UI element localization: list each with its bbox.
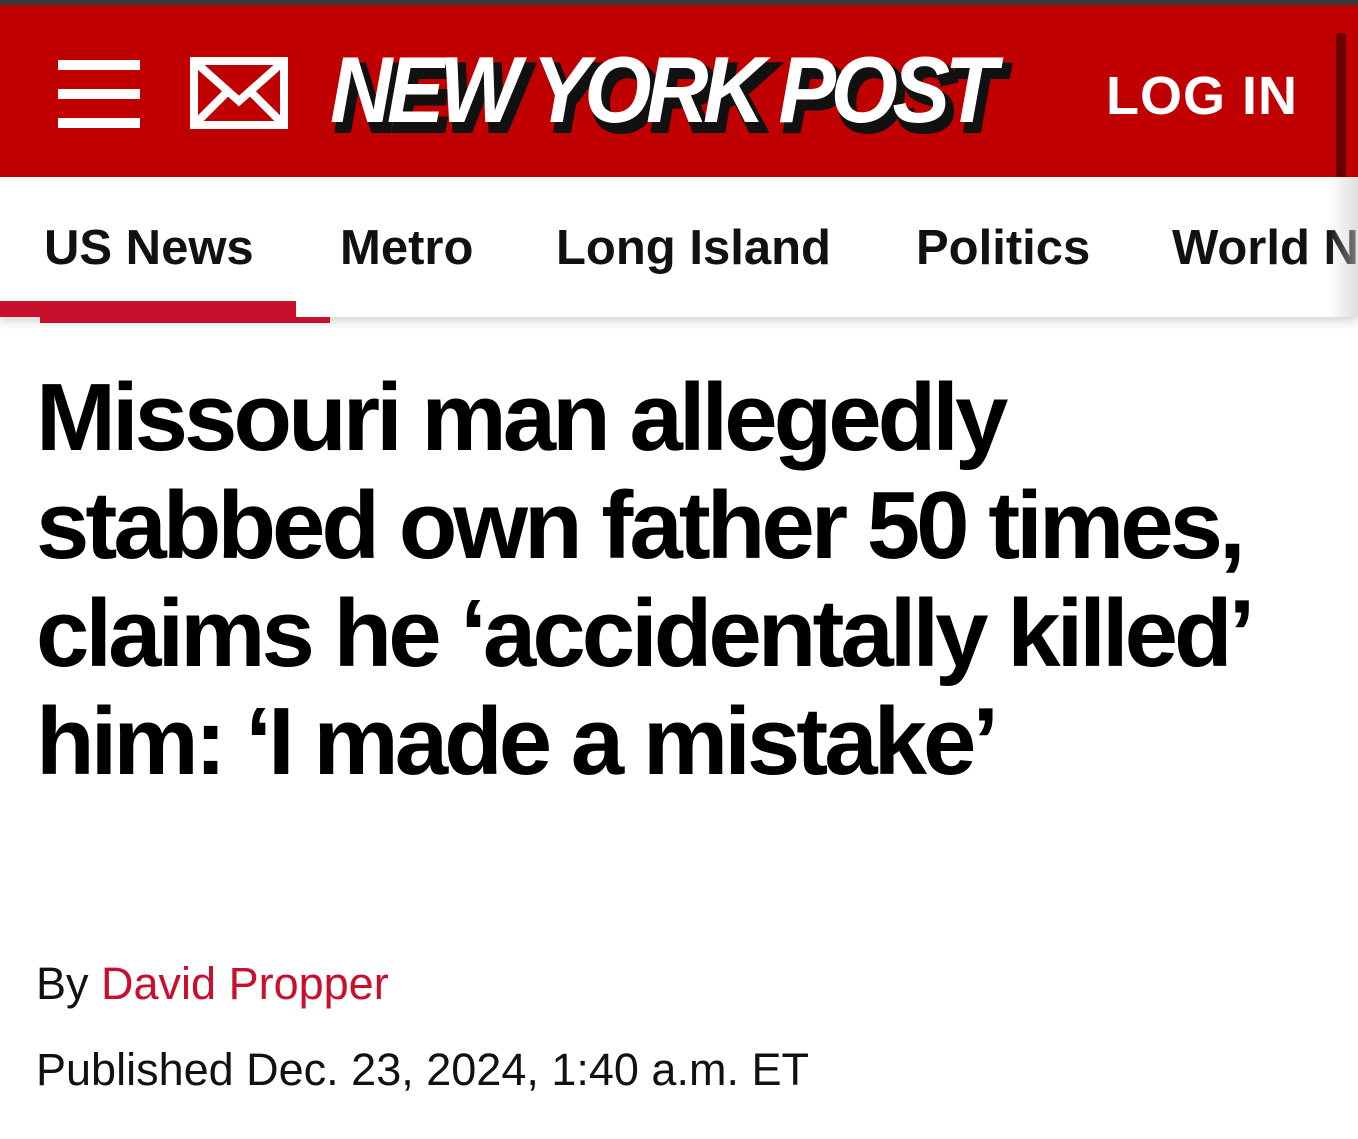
nav-scroll-fade: [1328, 177, 1358, 317]
hamburger-menu-icon[interactable]: [58, 60, 140, 130]
section-nav: US News Metro Long Island Politics World…: [0, 177, 1358, 317]
scrollbar-thumb: [1336, 33, 1346, 183]
nav-item-metro[interactable]: Metro: [340, 219, 473, 277]
nav-item-long-island[interactable]: Long Island: [556, 219, 831, 277]
nav-item-politics[interactable]: Politics: [916, 219, 1090, 277]
active-nav-indicator: [0, 301, 296, 317]
menu-bar: [58, 60, 140, 70]
active-nav-indicator-tail: [40, 317, 330, 323]
menu-bar: [58, 89, 140, 99]
menu-bar: [58, 118, 140, 128]
site-logo[interactable]: NEW YORK POST NEW YORK POST: [330, 35, 1030, 155]
login-button[interactable]: LOG IN: [1106, 65, 1298, 127]
byline: By David Propper: [36, 956, 389, 1012]
envelope-icon[interactable]: [190, 57, 288, 129]
author-link[interactable]: David Propper: [101, 958, 389, 1009]
published-date: Published Dec. 23, 2024, 1:40 a.m. ET: [36, 1044, 809, 1095]
article-headline: Missouri man allegedly stabbed own fathe…: [36, 364, 1250, 795]
masthead: NEW YORK POST NEW YORK POST LOG IN: [0, 5, 1358, 183]
byline-prefix: By: [36, 958, 89, 1009]
nav-item-us-news[interactable]: US News: [44, 219, 254, 277]
logo-wordmark: NEW YORK POST: [330, 37, 997, 142]
